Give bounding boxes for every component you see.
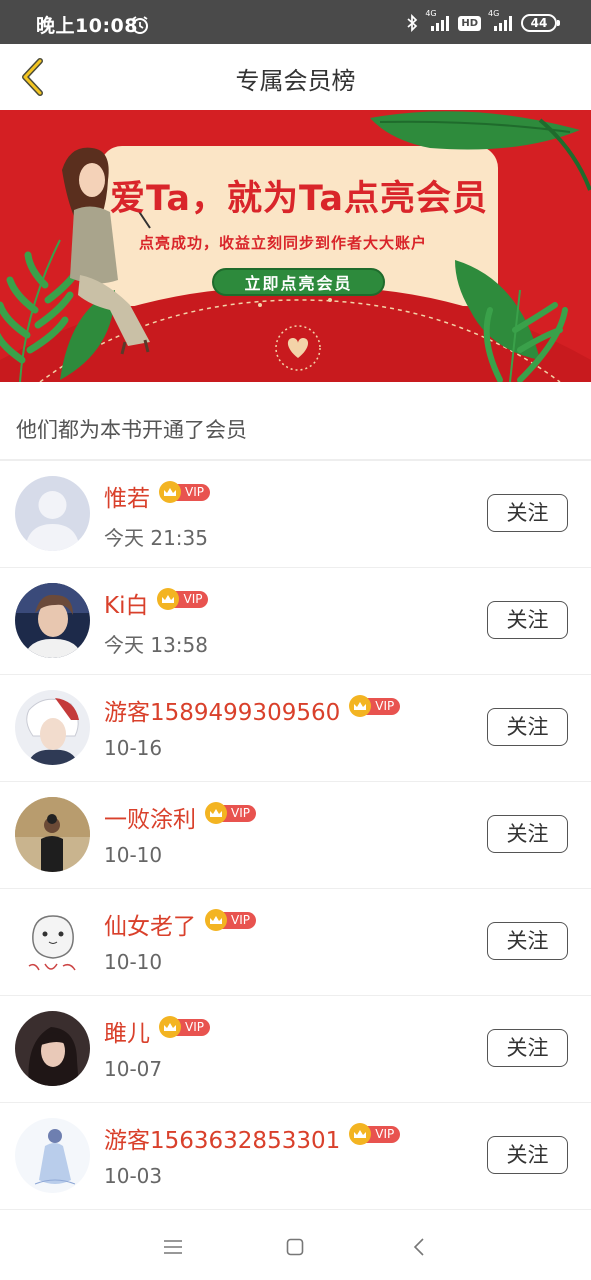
network-type-label: 4G (425, 9, 437, 18)
back-nav-button[interactable] (404, 1232, 434, 1262)
follow-button[interactable]: 关注 (487, 1136, 568, 1174)
member-name[interactable]: 惟若 VIP (104, 479, 210, 513)
member-name-text: 雎儿 (104, 1021, 150, 1047)
system-nav-bar (0, 1212, 591, 1280)
list-item: 游客1563632853301 VIP 10-03 关注 (0, 1103, 591, 1210)
home-icon (286, 1238, 304, 1256)
bluetooth-icon (407, 14, 418, 32)
follow-button[interactable]: 关注 (487, 815, 568, 853)
membership-banner[interactable]: 爱Ta，就为Ta点亮会员 点亮成功，收益立刻同步到作者大大账户 立即点亮会员 (0, 110, 591, 382)
page-title: 专属会员榜 (235, 67, 356, 95)
hd-icon: HD (458, 15, 481, 31)
status-icons: 4G HD 4G 44 (406, 9, 560, 34)
alarm-icon (132, 16, 148, 34)
list-item: 仙女老了 VIP 10-10 关注 (0, 889, 591, 996)
back-icon (413, 1238, 424, 1256)
member-date: 10-03 (104, 1164, 163, 1188)
list-item: 雎儿 VIP 10-07 关注 (0, 996, 591, 1103)
member-date: 今天 13:58 (104, 633, 208, 657)
member-name[interactable]: 游客1589499309560 VIP (104, 693, 401, 727)
battery-icon: 44 (521, 14, 560, 32)
menu-icon (164, 1240, 182, 1254)
header: 专属会员榜 (0, 44, 591, 110)
list-item: 惟若 VIP 今天 21:35 关注 (0, 461, 591, 568)
member-date: 今天 21:35 (104, 526, 208, 550)
member-name[interactable]: Ki白 VIP (104, 586, 209, 620)
section-title: 他们都为本书开通了会员 (16, 418, 247, 442)
vip-badge: VIP (205, 909, 256, 931)
light-up-membership-button[interactable]: 立即点亮会员 (212, 268, 385, 296)
member-name-text: 游客1563632853301 (104, 1128, 341, 1154)
member-name-text: 仙女老了 (104, 914, 196, 940)
crown-icon (159, 481, 181, 503)
crown-icon (159, 1016, 181, 1038)
home-button[interactable] (280, 1232, 310, 1262)
vip-badge: VIP (157, 588, 209, 610)
crown-icon (205, 802, 227, 824)
avatar[interactable] (15, 904, 90, 979)
avatar[interactable] (15, 797, 90, 872)
member-name[interactable]: 一败涂利 VIP (104, 800, 256, 834)
crown-icon (205, 909, 227, 931)
banner-title: 爱Ta，就为Ta点亮会员 (110, 179, 488, 219)
signal-icon: 4G (425, 9, 451, 31)
member-name[interactable]: 雎儿 VIP (104, 1014, 210, 1048)
list-item: 一败涂利 VIP 10-10 关注 (0, 782, 591, 889)
avatar[interactable] (15, 583, 90, 658)
member-name[interactable]: 仙女老了 VIP (104, 907, 256, 941)
status-time: 晚上10:08 (36, 15, 138, 37)
list-item: Ki白 VIP 今天 13:58 关注 (0, 568, 591, 675)
banner-subtitle: 点亮成功，收益立刻同步到作者大大账户 (139, 234, 428, 252)
follow-button[interactable]: 关注 (487, 1029, 568, 1067)
member-list: 惟若 VIP 今天 21:35 关注 Ki白 VIP 今天 13:58 关注 游… (0, 461, 591, 1210)
network-type-label: 4G (488, 9, 500, 18)
follow-button[interactable]: 关注 (487, 922, 568, 960)
member-name-text: 一败涂利 (104, 807, 196, 833)
follow-button[interactable]: 关注 (487, 708, 568, 746)
member-name-text: 惟若 (104, 486, 150, 512)
follow-button[interactable]: 关注 (487, 601, 568, 639)
avatar[interactable] (15, 1011, 90, 1086)
status-bar: 晚上10:08 4G HD 4G 44 (0, 0, 591, 44)
member-name[interactable]: 游客1563632853301 VIP (104, 1121, 401, 1155)
signal-icon: 4G (488, 9, 514, 31)
avatar[interactable] (15, 476, 90, 551)
list-item: 游客1589499309560 VIP 10-16 关注 (0, 675, 591, 782)
member-date: 10-07 (104, 1057, 163, 1081)
member-date: 10-10 (104, 950, 163, 974)
member-name-text: Ki白 (104, 593, 149, 619)
vip-badge: VIP (349, 695, 401, 717)
menu-button[interactable] (158, 1232, 188, 1262)
vip-badge: VIP (159, 1016, 210, 1038)
member-date: 10-16 (104, 736, 163, 760)
avatar[interactable] (15, 690, 90, 765)
member-name-text: 游客1589499309560 (104, 700, 341, 726)
vip-badge: VIP (349, 1123, 401, 1145)
vip-badge: VIP (205, 802, 256, 824)
follow-button[interactable]: 关注 (487, 494, 568, 532)
member-date: 10-10 (104, 843, 163, 867)
battery-level: 44 (530, 16, 548, 30)
vip-badge: VIP (159, 481, 210, 503)
avatar[interactable] (15, 1118, 90, 1193)
